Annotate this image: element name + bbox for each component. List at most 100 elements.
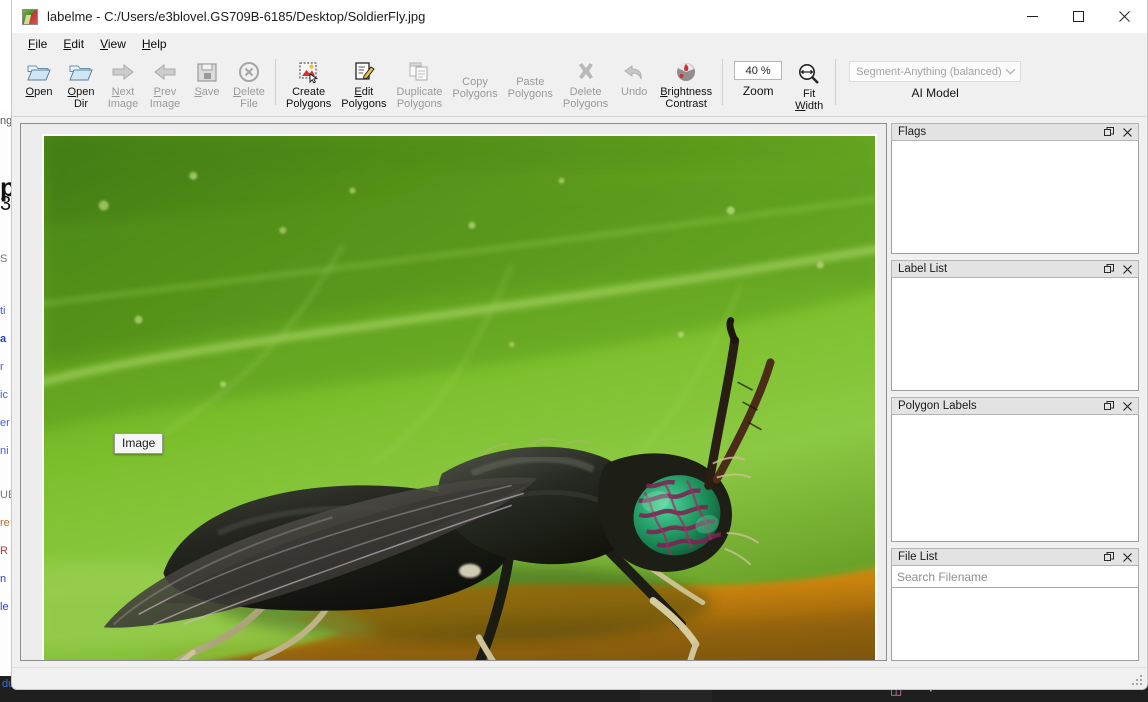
toolbar-prev-image-label: Prev Image [149, 86, 181, 110]
toolbar-brightness-contrast-label: Brightness Contrast [660, 86, 713, 110]
menu-view-label: V [100, 37, 108, 51]
window-title: labelme - C:/Users/e3blovel.GS709B-6185/… [47, 9, 426, 24]
dock-flags-title: Flags [898, 126, 927, 138]
ai-model-select[interactable]: Segment-Anything (balanced) [849, 61, 1022, 82]
close-icon[interactable] [1121, 400, 1134, 413]
toolbar-duplicate-polygons-button[interactable]: Duplicate Polygons [392, 55, 448, 113]
toolbar-duplicate-polygons-label: Duplicate Polygons [396, 86, 443, 110]
status-bar [12, 667, 1147, 689]
open-folder-icon [26, 59, 52, 85]
toolbar-edit-polygons-button[interactable]: Edit Polygons [336, 55, 391, 113]
minimize-button[interactable] [1009, 0, 1055, 33]
toolbar-undo-label: Undo [621, 86, 648, 98]
labelme-icon [22, 8, 38, 25]
ai-model-selected-value: Segment-Anything (balanced) [856, 65, 1002, 78]
toolbar-copy-polygons-button[interactable]: Copy Polygons [447, 55, 502, 113]
brightness-icon [673, 59, 699, 85]
menu-item-view[interactable]: View [92, 35, 134, 53]
window-controls [1009, 0, 1147, 33]
dock-polygon-labels-buttons [1102, 400, 1134, 413]
file-search-input[interactable]: Search Filename [891, 566, 1139, 588]
toolbar-save-button[interactable]: Save [186, 55, 228, 113]
close-button[interactable] [1101, 0, 1147, 33]
image-canvas-pane[interactable]: Image [20, 123, 887, 661]
dock-flags-list[interactable] [891, 141, 1139, 254]
toolbar-copy-polygons-label: Copy Polygons [452, 76, 498, 100]
arrow-left-icon [152, 59, 178, 85]
toolbar-create-polygons-button[interactable]: Create Polygons [281, 55, 336, 113]
image-viewport[interactable]: Image [42, 134, 877, 660]
toolbar-paste-polygons-button[interactable]: Paste Polygons [503, 55, 558, 113]
menu-edit-rest: dit [71, 37, 85, 51]
dock-polygon-labels-list[interactable] [891, 415, 1139, 542]
resize-grip[interactable] [1132, 675, 1144, 687]
circle-x-icon [236, 59, 262, 85]
toolbar-open-button[interactable]: Open [18, 55, 60, 113]
fit-width-icon [796, 61, 822, 87]
menu-file-rest: ile [35, 37, 48, 51]
toolbar-create-polygons-label: Create Polygons [286, 86, 332, 110]
toolbar-fit-width-button[interactable]: Fit Width [788, 55, 830, 113]
open-folder-icon [68, 59, 94, 85]
toolbar-open-label: Open [25, 86, 53, 98]
dock-flags-buttons [1102, 126, 1134, 139]
float-icon[interactable] [1102, 400, 1115, 413]
toolbar-delete-file-label: Delete File [233, 86, 265, 110]
arrow-right-icon [110, 59, 136, 85]
float-icon[interactable] [1102, 551, 1115, 564]
labelme-main-window: labelme - C:/Users/e3blovel.GS709B-6185/… [11, 0, 1148, 690]
create-polygon-icon [296, 59, 322, 85]
toolbar-paste-polygons-label: Paste Polygons [507, 76, 553, 100]
ai-model-label: AI Model [911, 86, 959, 100]
close-icon[interactable] [1121, 126, 1134, 139]
zoom-widget: 40 % Zoom [728, 55, 788, 113]
menu-help-label: H [141, 37, 151, 51]
dock-flags-titlebar: Flags [891, 123, 1139, 141]
dock-polygon-labels: Polygon Labels [891, 397, 1139, 542]
undo-arrow-icon [621, 59, 647, 85]
main-body: Image Flags Label List Polygon Labels Fi… [12, 117, 1147, 667]
toolbar-fit-width-label: Fit Width [795, 88, 824, 112]
toolbar-delete-polygons-label: Delete Polygons [562, 86, 609, 110]
menu-help-rest: elp [150, 37, 167, 51]
dock-label-list-title: Label List [898, 263, 948, 275]
toolbar-prev-image-button[interactable]: Prev Image [144, 55, 186, 113]
maximize-button[interactable] [1055, 0, 1101, 33]
toolbar-next-image-label: Next Image [107, 86, 139, 110]
toolbar-separator [835, 59, 837, 105]
right-dock-column: Flags Label List Polygon Labels File Lis… [891, 117, 1147, 667]
zoom-label: Zoom [742, 84, 774, 98]
toolbar: Open Open Dir Next Image Prev Image Save… [12, 55, 1147, 117]
toolbar-undo-button[interactable]: Undo [613, 55, 655, 113]
toolbar-separator [275, 59, 276, 105]
dock-file-list-titlebar: File List [891, 548, 1139, 566]
toolbar-next-image-button[interactable]: Next Image [102, 55, 144, 113]
close-icon[interactable] [1121, 263, 1134, 276]
float-icon[interactable] [1102, 263, 1115, 276]
toolbar-delete-file-button[interactable]: Delete File [228, 55, 270, 113]
toolbar-brightness-contrast-button[interactable]: Brightness Contrast [655, 55, 717, 113]
dock-flags: Flags [891, 123, 1139, 254]
menu-item-edit[interactable]: Edit [55, 35, 92, 53]
float-icon[interactable] [1102, 126, 1115, 139]
dock-file-list-buttons [1102, 551, 1134, 564]
x-cross-icon [573, 59, 599, 85]
ai-model-widget: Segment-Anything (balanced) AI Model [845, 55, 1025, 113]
zoom-input[interactable]: 40 % [734, 61, 783, 80]
toolbar-edit-polygons-label: Edit Polygons [341, 86, 387, 110]
dock-file-list-list[interactable] [891, 588, 1139, 661]
menu-item-help[interactable]: Help [134, 35, 175, 53]
dock-label-list-list[interactable] [891, 278, 1139, 391]
dock-label-list-titlebar: Label List [891, 260, 1139, 278]
duplicate-icon [406, 59, 432, 85]
toolbar-delete-polygons-button[interactable]: Delete Polygons [558, 55, 613, 113]
dock-polygon-labels-title: Polygon Labels [898, 400, 977, 412]
menu-item-file[interactable]: File [20, 35, 55, 53]
title-bar: labelme - C:/Users/e3blovel.GS709B-6185/… [12, 0, 1147, 33]
toolbar-open-dir-button[interactable]: Open Dir [60, 55, 102, 113]
close-icon[interactable] [1121, 551, 1134, 564]
soldier-fly-photo [44, 136, 875, 660]
dock-label-list: Label List [891, 260, 1139, 391]
dock-label-list-buttons [1102, 263, 1134, 276]
toolbar-separator [722, 59, 724, 105]
